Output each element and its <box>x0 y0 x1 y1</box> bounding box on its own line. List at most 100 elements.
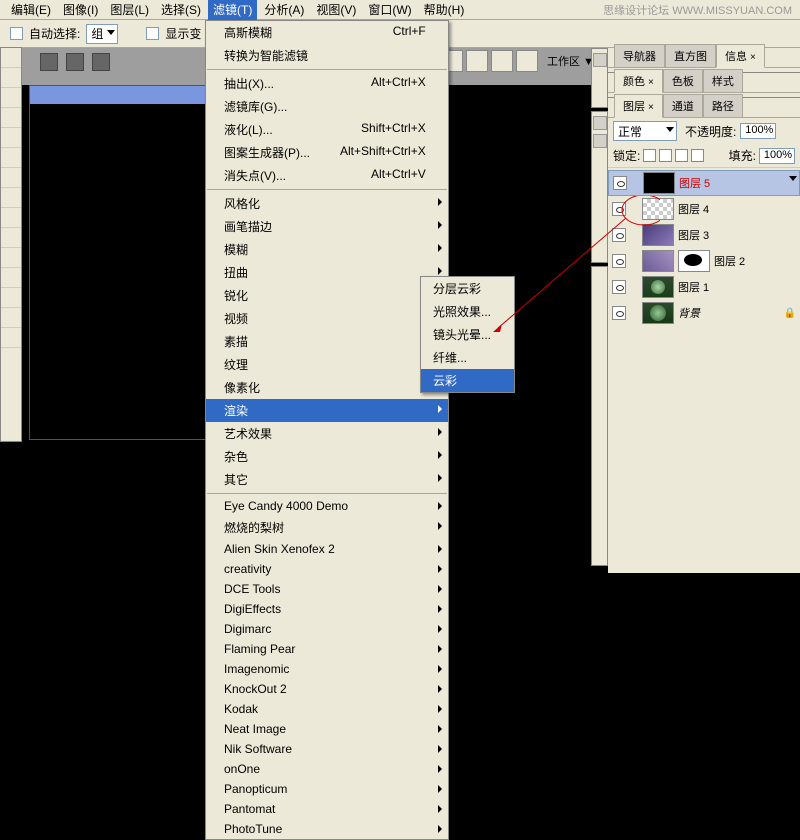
menu-item[interactable]: PhotoTune <box>206 819 448 839</box>
submenu-item[interactable]: 光照效果... <box>421 300 514 323</box>
panel-tab[interactable]: 信息× <box>716 44 765 68</box>
panel-collapse-strip[interactable] <box>591 48 608 108</box>
menu-item[interactable]: 其它 <box>206 468 448 491</box>
layer-thumbnail[interactable] <box>642 198 674 220</box>
layer-row[interactable]: 图层 2 <box>608 248 800 274</box>
submenu-item[interactable]: 分层云彩 <box>421 277 514 300</box>
lasso-tool-icon[interactable] <box>1 88 21 108</box>
align-icon[interactable] <box>66 53 84 71</box>
stamp-tool-icon[interactable] <box>1 188 21 208</box>
panel-tab[interactable]: 图层× <box>614 94 663 118</box>
menu-item[interactable]: 扭曲 <box>206 261 448 284</box>
menu-item[interactable]: Flaming Pear <box>206 639 448 659</box>
screen-mode-icon[interactable] <box>466 50 488 72</box>
shape-tool-icon[interactable] <box>1 328 21 348</box>
submenu-item[interactable]: 云彩 <box>421 369 514 392</box>
show-checkbox[interactable] <box>146 27 159 40</box>
visibility-eye-icon[interactable] <box>613 176 627 190</box>
screen-mode-icon[interactable] <box>516 50 538 72</box>
visibility-eye-icon[interactable] <box>612 254 626 268</box>
menu-item[interactable]: 燃烧的梨树 <box>206 516 448 539</box>
menu-item[interactable]: 画笔描边 <box>206 215 448 238</box>
brush-tool-icon[interactable] <box>1 168 21 188</box>
layer-row[interactable]: 图层 4 <box>608 196 800 222</box>
panel-collapse-strip[interactable] <box>591 266 608 566</box>
menu-item[interactable]: 模糊 <box>206 238 448 261</box>
menu-item[interactable]: 杂色 <box>206 445 448 468</box>
menu-item[interactable]: DigiEffects <box>206 599 448 619</box>
menu-item[interactable]: 视图(V) <box>311 0 361 20</box>
layer-thumbnail[interactable] <box>642 302 674 324</box>
expand-icon[interactable] <box>593 53 607 67</box>
path-tool-icon[interactable] <box>1 308 21 328</box>
group-select[interactable]: 组 <box>86 24 118 44</box>
menu-item[interactable]: 分析(A) <box>259 0 309 20</box>
lock-all-icon[interactable] <box>691 149 704 162</box>
layer-row[interactable]: 图层 5 <box>608 170 800 196</box>
lock-image-icon[interactable] <box>659 149 672 162</box>
align-icon[interactable] <box>92 53 110 71</box>
menu-item[interactable]: Alien Skin Xenofex 2 <box>206 539 448 559</box>
menu-item[interactable]: 视频 <box>206 307 448 330</box>
layer-name[interactable]: 图层 1 <box>678 279 796 295</box>
visibility-eye-icon[interactable] <box>612 228 626 242</box>
layer-mask-thumbnail[interactable] <box>678 250 710 272</box>
layer-thumbnail[interactable] <box>642 224 674 246</box>
panel-tab[interactable]: 导航器 <box>614 44 665 67</box>
close-icon[interactable]: × <box>750 52 756 63</box>
menu-item[interactable]: 渲染 <box>206 399 448 422</box>
layer-name[interactable]: 图层 2 <box>714 253 796 269</box>
panel-tab[interactable]: 样式 <box>703 69 743 92</box>
menu-item[interactable]: 选择(S) <box>156 0 206 20</box>
menu-item[interactable]: Eye Candy 4000 Demo <box>206 496 448 516</box>
menu-item[interactable]: 滤镜(T) <box>208 0 257 20</box>
marquee-tool-icon[interactable] <box>1 68 21 88</box>
menu-item[interactable]: 消失点(V)...Alt+Ctrl+V <box>206 164 448 187</box>
character-icon[interactable] <box>593 116 607 130</box>
visibility-eye-icon[interactable] <box>612 202 626 216</box>
menu-item[interactable]: 抽出(X)...Alt+Ctrl+X <box>206 72 448 95</box>
menu-item[interactable]: 像素化 <box>206 376 448 399</box>
menu-item[interactable]: 液化(L)...Shift+Ctrl+X <box>206 118 448 141</box>
menu-item[interactable]: creativity <box>206 559 448 579</box>
paragraph-icon[interactable] <box>593 134 607 148</box>
menu-item[interactable]: DCE Tools <box>206 579 448 599</box>
menu-item[interactable]: 编辑(E) <box>6 0 56 20</box>
close-icon[interactable]: × <box>648 77 654 88</box>
opacity-input[interactable]: 100% <box>740 123 776 139</box>
blur-tool-icon[interactable] <box>1 248 21 268</box>
lock-position-icon[interactable] <box>675 149 688 162</box>
layer-row[interactable]: 背景🔒 <box>608 300 800 326</box>
menu-item[interactable]: onOne <box>206 759 448 779</box>
menu-item[interactable]: 帮助(H) <box>419 0 470 20</box>
close-icon[interactable]: × <box>648 102 654 113</box>
panel-tab[interactable]: 路径 <box>703 94 743 117</box>
blend-mode-select[interactable]: 正常 <box>613 121 677 141</box>
layer-row[interactable]: 图层 1 <box>608 274 800 300</box>
panel-tab[interactable]: 通道 <box>663 94 703 117</box>
menu-item[interactable]: Imagenomic <box>206 659 448 679</box>
menu-item[interactable]: Nik Software <box>206 739 448 759</box>
eraser-tool-icon[interactable] <box>1 208 21 228</box>
layer-thumbnail[interactable] <box>643 172 675 194</box>
menu-item[interactable]: 艺术效果 <box>206 422 448 445</box>
menu-item[interactable]: 图层(L) <box>105 0 154 20</box>
pen-tool-icon[interactable] <box>1 268 21 288</box>
layer-name[interactable]: 背景 <box>678 305 780 321</box>
menu-item[interactable]: 图像(I) <box>58 0 103 20</box>
submenu-item[interactable]: 纤维... <box>421 346 514 369</box>
layer-thumbnail[interactable] <box>642 250 674 272</box>
menu-item[interactable]: Neat Image <box>206 719 448 739</box>
menu-item[interactable]: 风格化 <box>206 192 448 215</box>
layer-name[interactable]: 图层 3 <box>678 227 796 243</box>
layer-row[interactable]: 图层 3 <box>608 222 800 248</box>
layer-name[interactable]: 图层 4 <box>678 201 796 217</box>
layer-name[interactable]: 图层 5 <box>679 175 795 191</box>
auto-select-checkbox[interactable] <box>10 27 23 40</box>
visibility-eye-icon[interactable] <box>612 306 626 320</box>
align-icon[interactable] <box>40 53 58 71</box>
panel-tab[interactable]: 颜色× <box>614 69 663 93</box>
type-tool-icon[interactable] <box>1 288 21 308</box>
layer-thumbnail[interactable] <box>642 276 674 298</box>
fill-input[interactable]: 100% <box>759 148 795 164</box>
